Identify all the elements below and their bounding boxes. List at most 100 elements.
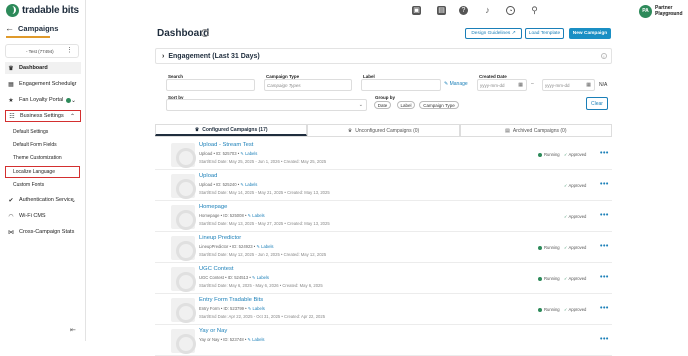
- campaign-name-link[interactable]: Upload - Stream Test: [199, 142, 253, 148]
- approved-label: Approved: [568, 183, 587, 188]
- bell-icon[interactable]: ♪: [483, 6, 492, 15]
- campaign-name-link[interactable]: Upload: [199, 173, 217, 179]
- sidebar-item-dashboard[interactable]: ♛ Dashboard: [5, 62, 81, 74]
- running-status: Running: [538, 307, 560, 312]
- image-icon[interactable]: ▤: [437, 6, 446, 15]
- more-options-icon[interactable]: •••: [600, 150, 609, 157]
- user-id: #7177060: [655, 11, 676, 16]
- sidebar-item-label: Fan Loyalty Portal: [19, 97, 64, 103]
- campaign-thumbnail[interactable]: [171, 143, 196, 168]
- tag-icon: ✎: [240, 151, 244, 156]
- campaign-meta: UGC Contest • ID: 524513 • ✎ Labels: [199, 275, 270, 280]
- approved-status: ✓ Approved: [564, 307, 586, 312]
- back-arrow-icon[interactable]: ←: [5, 23, 14, 33]
- labels-link[interactable]: ✎ Labels: [240, 182, 257, 187]
- more-options-icon[interactable]: •••: [600, 336, 609, 343]
- table-row[interactable]: Upload Upload • ID: 525240 • ✎ Labels Star…: [155, 170, 612, 201]
- sub-item-theme-customization[interactable]: Theme Customization: [13, 155, 62, 161]
- campaign-thumbnail[interactable]: [171, 298, 196, 323]
- sub-item-default-settings[interactable]: Default Settings: [13, 129, 48, 135]
- sub-item-custom-fonts[interactable]: Custom Fonts: [13, 182, 44, 188]
- campaign-name-link[interactable]: Lineup Predictor: [199, 235, 241, 241]
- campaign-thumbnail[interactable]: [171, 205, 196, 230]
- campaign-type-select[interactable]: Campaign Types: [264, 79, 352, 91]
- campaign-date-range: Start/End Date: May 13, 2025 - May 27, 2…: [199, 221, 284, 226]
- table-row[interactable]: Lineup Predictor LineupPredictor • ID: 52…: [155, 232, 612, 263]
- help-icon[interactable]: ?: [201, 29, 209, 37]
- sort-by-select[interactable]: ⌄: [166, 99, 367, 111]
- sidebar-item-label: Business Settings: [20, 113, 64, 119]
- group-by-date-chip[interactable]: Date: [374, 101, 391, 109]
- group-by-label-chip[interactable]: Label: [397, 101, 415, 109]
- search-icon[interactable]: ⚲: [530, 6, 539, 15]
- tab-archived-campaigns[interactable]: ▤ Archived Campaigns (0): [459, 124, 612, 136]
- brand-logo-icon: [6, 4, 19, 17]
- campaign-name-link[interactable]: Yay or Nay: [199, 328, 227, 334]
- speedometer-icon[interactable]: ◔: [506, 6, 515, 15]
- kebab-menu-icon[interactable]: ⋮: [66, 46, 73, 54]
- sidebar-item-cross-campaign-stats[interactable]: ⋈ Cross-Campaign Stats: [5, 226, 81, 238]
- sub-item-localize-language[interactable]: Localize Language: [13, 169, 55, 175]
- tab-unconfigured-campaigns[interactable]: ♛ Unconfigured Campaigns (0): [307, 124, 460, 136]
- clear-filters-button[interactable]: Clear: [586, 97, 608, 110]
- label-select[interactable]: [361, 79, 441, 91]
- group-by-campaign-type-chip[interactable]: Campaign Type: [419, 101, 459, 109]
- info-icon[interactable]: i: [601, 53, 607, 59]
- campaign-type: LineupPredictor: [199, 244, 229, 249]
- running-status: Running: [538, 245, 560, 250]
- more-options-icon[interactable]: •••: [600, 181, 609, 188]
- campaign-name-link[interactable]: Homepage: [199, 204, 227, 210]
- labels-link[interactable]: ✎ Labels: [252, 275, 269, 280]
- labels-link[interactable]: ✎ Labels: [256, 244, 273, 249]
- labels-link[interactable]: ✎ Labels: [248, 337, 265, 342]
- sidebar-item-wifi-cms[interactable]: ◠ Wi-Fi CMS: [5, 210, 81, 222]
- campaign-thumbnail[interactable]: [171, 174, 196, 199]
- sidebar-item-business-settings[interactable]: ☷ Business Settings ⌃: [5, 110, 81, 122]
- new-campaign-button[interactable]: New Campaign: [569, 28, 611, 39]
- sidebar-item-engagement-scheduler[interactable]: ▦ Engagement Scheduler ⌄: [5, 78, 81, 90]
- table-row[interactable]: UGC Contest UGC Contest • ID: 524513 • ✎ …: [155, 263, 612, 294]
- more-options-icon[interactable]: •••: [600, 274, 609, 281]
- more-options-icon[interactable]: •••: [600, 305, 609, 312]
- table-row[interactable]: Homepage Homepage • ID: 525008 • ✎ Labels…: [155, 201, 612, 232]
- sidebar: tradable bits ← Campaigns - Test (77494)…: [0, 0, 86, 341]
- calendar-icon[interactable]: ▦: [518, 82, 523, 88]
- engagement-summary-toggle[interactable]: › Engagement (Last 31 Days) i: [155, 48, 612, 64]
- manage-labels-link[interactable]: ✎ Manage: [444, 81, 468, 87]
- tag-icon: ✎: [247, 337, 252, 342]
- sub-item-default-form-fields[interactable]: Default Form Fields: [13, 142, 57, 148]
- more-options-icon[interactable]: •••: [600, 212, 609, 219]
- campaign-thumbnail[interactable]: [171, 267, 196, 292]
- tag-icon: ✎: [240, 182, 244, 187]
- pin-icon[interactable]: ▣: [412, 6, 421, 15]
- sidebar-item-authentication-service[interactable]: ✔ Authentication Service ⌄: [5, 194, 81, 206]
- table-row[interactable]: Upload - Stream Test Upload • ID: 525703 …: [155, 139, 612, 170]
- sidebar-item-fan-loyalty-portal[interactable]: ★ Fan Loyalty Portal ⌄: [5, 94, 81, 106]
- more-options-icon[interactable]: •••: [600, 243, 609, 250]
- sidebar-item-label: Engagement Scheduler: [19, 81, 77, 87]
- campaign-thumbnail[interactable]: [171, 236, 196, 261]
- date-from-input[interactable]: yyyy-mm-dd ▦: [477, 79, 527, 91]
- campaign-name-link[interactable]: Entry Form Tradable Bits: [199, 297, 263, 303]
- search-input[interactable]: [166, 79, 255, 91]
- labels-link[interactable]: ✎ Labels: [248, 213, 265, 218]
- load-template-button[interactable]: Load Template: [525, 28, 564, 39]
- calendar-icon[interactable]: ▦: [586, 82, 591, 88]
- running-label: Running: [544, 245, 560, 250]
- labels-link[interactable]: ✎ Labels: [240, 151, 257, 156]
- collapse-sidebar-icon[interactable]: ⇤: [70, 326, 76, 334]
- campaign-thumbnail[interactable]: [171, 329, 196, 354]
- account-selector[interactable]: - Test (77494) ⋮: [5, 44, 79, 58]
- campaign-name-link[interactable]: UGC Contest: [199, 266, 233, 272]
- date-to-input[interactable]: yyyy-mm-dd ▦: [542, 79, 595, 91]
- campaign-dates: Start/End Date: May 14, 2025 - May 21, 2…: [199, 190, 330, 195]
- campaign-id: ID: 525240: [216, 182, 237, 187]
- design-guidelines-button[interactable]: Design Guidelines ↗: [465, 28, 522, 39]
- help-circle-icon[interactable]: ?: [459, 6, 468, 15]
- avatar[interactable]: PA: [639, 5, 652, 18]
- date-range-separator: –: [531, 81, 534, 87]
- table-row[interactable]: Entry Form Tradable Bits Entry Form • ID:…: [155, 294, 612, 325]
- tab-configured-campaigns[interactable]: ♛ Configured Campaigns (17): [155, 124, 308, 136]
- labels-link[interactable]: ✎ Labels: [248, 306, 265, 311]
- brand[interactable]: tradable bits: [6, 4, 79, 17]
